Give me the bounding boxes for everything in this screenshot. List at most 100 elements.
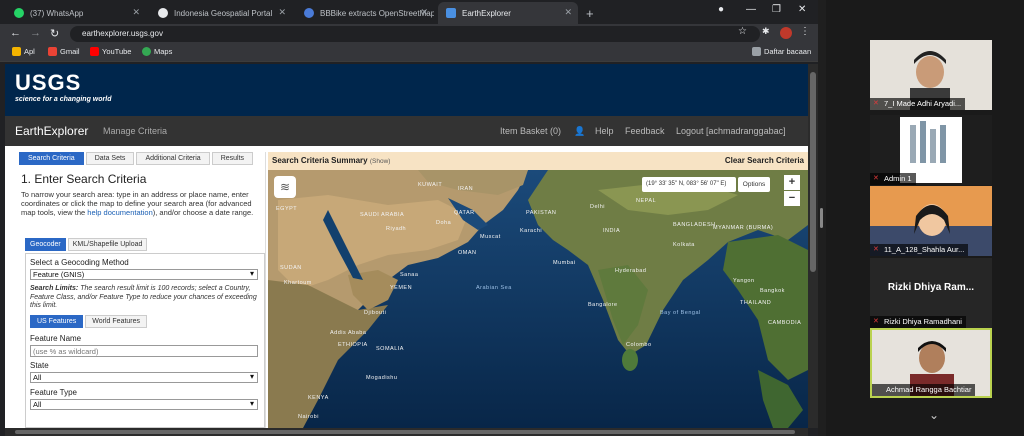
tab-world-features[interactable]: World Features (85, 314, 148, 328)
participant-tile[interactable]: Rizki Dhiya Ram... Rizki Dhiya Ramadhani… (870, 258, 992, 328)
app-title[interactable]: EarthExplorer (15, 124, 88, 138)
whatsapp-icon (14, 8, 24, 18)
tab-additional-criteria[interactable]: Additional Criteria (136, 152, 210, 165)
clear-criteria-link[interactable]: Clear Search Criteria (725, 156, 804, 165)
tab-label: (37) WhatsApp (30, 8, 84, 18)
help-documentation-link[interactable]: help documentation (87, 208, 152, 217)
participant-tile-active[interactable]: Achmad Rangga Bachtiar (870, 328, 992, 398)
manage-criteria-link[interactable]: Manage Criteria (103, 126, 167, 136)
participant-name: Rizki Dhiya Ramadhani (870, 316, 966, 328)
close-icon[interactable]: ✕ (564, 7, 572, 18)
map-label: Yangon (733, 278, 755, 284)
feedback-link[interactable]: Feedback (625, 126, 665, 136)
reload-icon[interactable]: ↻ (50, 27, 59, 40)
address-bar: ← → ↻ earthexplorer.usgs.gov ☆ ✱ ⋮ (0, 24, 818, 44)
map-label: SAUDI ARABIA (360, 212, 405, 218)
bookmark-gmail[interactable]: Gmail (48, 47, 80, 56)
map-area: Search Criteria Summary (Show) Clear Sea… (268, 152, 808, 428)
map-label: Djibouti (364, 310, 387, 316)
browser-window: (37) WhatsApp ✕ Indonesia Geospatial Por… (0, 0, 818, 436)
logout-link[interactable]: Logout [achmadranggabac] (676, 126, 786, 136)
feature-tabs: US Features World Features (30, 314, 260, 328)
reading-list-label: Daftar bacaan (764, 47, 812, 56)
tab-geocoder[interactable]: Geocoder (25, 238, 66, 251)
tab-us-features[interactable]: US Features (30, 314, 84, 328)
bookmark-label: Gmail (60, 47, 80, 56)
chevron-down-icon[interactable]: ⌄ (924, 408, 944, 424)
geocoding-select[interactable]: Feature (GNIS) (30, 269, 258, 280)
panel-heading: 1. Enter Search Criteria (21, 172, 147, 186)
tab-bbbike[interactable]: BBBike extracts OpenStreetMap ✕ (296, 2, 434, 24)
tab-results[interactable]: Results (211, 152, 254, 165)
map-label: KENYA (308, 395, 329, 401)
map-label: THAILAND (740, 300, 772, 306)
gmail-icon (48, 47, 57, 56)
horizontal-scrollbar[interactable] (5, 428, 808, 436)
tab-kml-upload[interactable]: KML/Shapefile Upload (67, 238, 148, 251)
tab-data-sets[interactable]: Data Sets (85, 152, 135, 165)
satellite-map[interactable]: ≋ (19° 33' 35" N, 083° 56' 07" E) Option… (268, 170, 808, 428)
item-basket-link[interactable]: Item Basket (0) (500, 126, 561, 136)
participant-tile[interactable]: 11_A_128_Shahla Aur... ✕ (870, 186, 992, 256)
scroll-thumb[interactable] (15, 430, 795, 434)
zoom-out-button[interactable]: − (784, 191, 800, 206)
map-label: SOMALIA (376, 346, 404, 352)
mic-muted-icon: ✕ (873, 175, 879, 182)
participant-tile[interactable]: Admin 1 ✕ (870, 115, 992, 185)
summary-title-text: Search Criteria Summary (272, 156, 368, 165)
bookmark-star-icon[interactable]: ☆ (738, 26, 747, 37)
participant-tile[interactable]: 7_I Made Adhi Aryadi... ✕ (870, 40, 992, 110)
vertical-scrollbar[interactable] (808, 64, 818, 428)
bookmark-apps[interactable]: Apl (12, 47, 35, 56)
map-options-button[interactable]: Options (738, 177, 770, 192)
map-label: Mogadishu (366, 375, 398, 381)
search-criteria-summary: Search Criteria Summary (Show) Clear Sea… (268, 152, 808, 170)
scroll-thumb[interactable] (810, 72, 816, 272)
tab-geospatial[interactable]: Indonesia Geospatial Portal ✕ (150, 2, 292, 24)
map-label: Doha (436, 220, 452, 226)
panel-resize-handle[interactable] (820, 208, 823, 228)
apps-grid-icon (12, 47, 21, 56)
user-icon[interactable]: 👤 (574, 126, 585, 137)
map-label: INDIA (603, 228, 621, 234)
close-icon[interactable]: ✕ (420, 7, 428, 18)
tab-search-criteria[interactable]: Search Criteria (19, 152, 84, 165)
feature-type-select[interactable]: All (30, 398, 258, 410)
reading-list[interactable]: Daftar bacaan (752, 47, 811, 56)
forward-icon[interactable]: → (30, 27, 41, 39)
state-select[interactable]: All (30, 371, 258, 383)
profile-record-icon[interactable]: ● (718, 4, 724, 15)
url-input[interactable]: earthexplorer.usgs.gov (70, 26, 760, 42)
menu-icon[interactable]: ⋮ (800, 26, 810, 37)
tab-whatsapp[interactable]: (37) WhatsApp ✕ (6, 2, 146, 24)
extensions-icon[interactable]: ✱ (762, 26, 770, 37)
web-page: USGS science for a changing world EarthE… (5, 64, 808, 428)
bookmark-maps[interactable]: Maps (142, 47, 172, 56)
usgs-logo[interactable]: USGS science for a changing world (15, 70, 111, 103)
map-label: Kolkata (673, 242, 695, 248)
youtube-icon (90, 47, 99, 56)
summary-show-link[interactable]: (Show) (370, 158, 391, 165)
map-label: Hyderabad (615, 268, 647, 274)
help-link[interactable]: Help (595, 126, 614, 136)
state-label: State (30, 360, 49, 370)
map-label: SUDAN (280, 265, 302, 271)
map-label: MYANMAR (BURMA) (713, 225, 774, 231)
window-close-icon[interactable]: ✕ (798, 4, 806, 15)
tab-label: EarthExplorer (462, 8, 511, 18)
feature-name-input[interactable]: (use % as wildcard) (30, 344, 258, 357)
layers-icon: ≋ (279, 180, 291, 194)
minimize-icon[interactable]: — (746, 4, 756, 15)
avatar[interactable] (780, 27, 792, 39)
usgs-wordmark: USGS (15, 70, 82, 95)
zoom-in-button[interactable]: + (784, 175, 800, 190)
tab-earthexplorer[interactable]: EarthExplorer ✕ (438, 2, 578, 24)
back-icon[interactable]: ← (10, 27, 21, 39)
map-label: KUWAIT (418, 182, 443, 188)
maximize-icon[interactable]: ❐ (772, 4, 781, 15)
close-icon[interactable]: ✕ (132, 7, 140, 18)
layers-button[interactable]: ≋ (274, 176, 296, 198)
close-icon[interactable]: ✕ (278, 7, 286, 18)
bookmark-youtube[interactable]: YouTube (90, 47, 131, 56)
new-tab-button[interactable]: + (582, 2, 602, 24)
